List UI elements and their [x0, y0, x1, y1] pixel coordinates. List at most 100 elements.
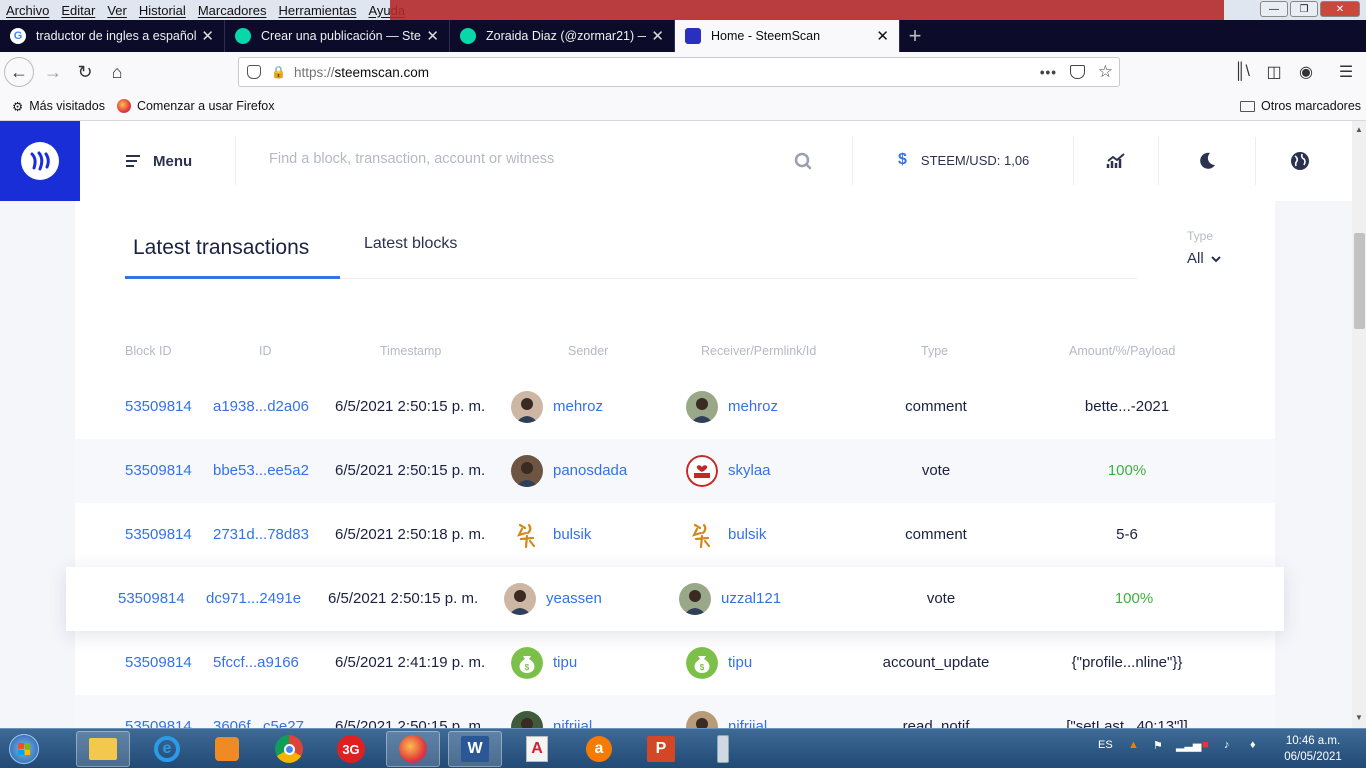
- pocket-icon[interactable]: [1070, 65, 1085, 79]
- transaction-id-link[interactable]: a1938...d2a06: [213, 398, 309, 415]
- search-input[interactable]: Find a block, transaction, account or wi…: [269, 151, 554, 167]
- receiver-avatar[interactable]: [686, 391, 718, 423]
- lock-icon[interactable]: 🔒: [271, 65, 286, 79]
- receiver-link[interactable]: tipu: [728, 654, 752, 671]
- sender-link[interactable]: yeassen: [546, 590, 602, 607]
- font-app[interactable]: A: [510, 731, 564, 767]
- bookmark-star-icon[interactable]: ☆: [1098, 62, 1113, 82]
- clock[interactable]: 10:46 a.m. 06/05/2021: [1278, 733, 1348, 765]
- table-row[interactable]: 53509814 a1938...d2a06 6/5/2021 2:50:15 p.…: [75, 375, 1275, 439]
- forward-arrow-icon[interactable]: →: [38, 57, 68, 87]
- home-icon[interactable]: ⌂: [102, 57, 132, 87]
- restore-button[interactable]: ❐: [1290, 1, 1318, 17]
- word-app[interactable]: W: [448, 731, 502, 767]
- receiver-link[interactable]: uzzal121: [721, 590, 781, 607]
- tab-steemscan[interactable]: Home - SteemScan ✕: [675, 20, 900, 52]
- menu-ver[interactable]: Ver: [101, 3, 133, 18]
- menu-historial[interactable]: Historial: [133, 3, 192, 18]
- table-row[interactable]: 53509814 dc971...2491e 6/5/2021 2:50:15 p.…: [66, 567, 1284, 631]
- language-indicator[interactable]: ES: [1098, 739, 1113, 751]
- back-arrow-icon[interactable]: ←: [4, 57, 34, 87]
- menu-marcadores[interactable]: Marcadores: [192, 3, 273, 18]
- network-error-icon[interactable]: ■: [1202, 739, 1209, 751]
- library-icon[interactable]: ║\: [1232, 62, 1252, 82]
- close-tab-icon[interactable]: ✕: [651, 27, 664, 45]
- media-player-app[interactable]: [200, 731, 254, 767]
- moon-icon[interactable]: [1195, 149, 1219, 173]
- block-id-link[interactable]: 53509814: [125, 526, 192, 543]
- receiver-avatar[interactable]: [686, 519, 718, 551]
- sender-avatar[interactable]: $: [511, 647, 543, 679]
- tab-latest-transactions[interactable]: Latest transactions: [133, 236, 309, 260]
- block-id-link[interactable]: 53509814: [118, 590, 185, 607]
- receiver-avatar[interactable]: [686, 455, 718, 487]
- receiver-link[interactable]: skylaa: [728, 462, 771, 479]
- transaction-id-link[interactable]: 5fccf...a9166: [213, 654, 299, 671]
- tab-crear-publicacion[interactable]: Crear una publicación — Steemit ✕: [225, 20, 450, 52]
- new-tab-icon[interactable]: +: [900, 20, 930, 52]
- menu-button[interactable]: Menu: [126, 153, 192, 170]
- block-id-link[interactable]: 53509814: [125, 398, 192, 415]
- shield-icon[interactable]: [247, 65, 261, 79]
- transaction-id-link[interactable]: dc971...2491e: [206, 590, 301, 607]
- receiver-avatar[interactable]: [679, 583, 711, 615]
- table-row[interactable]: 53509814 bbe53...ee5a2 6/5/2021 2:50:15 p.…: [75, 439, 1275, 503]
- account-icon[interactable]: ◉: [1296, 62, 1316, 82]
- search-icon[interactable]: [791, 149, 815, 173]
- bookmark-getting-started[interactable]: Comenzar a usar Firefox: [116, 99, 275, 113]
- chart-icon[interactable]: [1104, 149, 1128, 173]
- close-tab-icon[interactable]: ✕: [426, 27, 439, 45]
- avast-tray-icon[interactable]: ▲: [1128, 739, 1139, 751]
- type-filter[interactable]: Type All: [1187, 229, 1221, 267]
- receiver-link[interactable]: bulsik: [728, 526, 766, 543]
- hamburger-menu-icon[interactable]: ☰: [1336, 62, 1356, 82]
- sender-avatar[interactable]: [511, 455, 543, 487]
- explorer-app[interactable]: [76, 731, 130, 767]
- menu-editar[interactable]: Editar: [55, 3, 101, 18]
- page-scrollbar[interactable]: ▲ ▼: [1352, 121, 1366, 728]
- url-bar[interactable]: 🔒 https:// steemscan.com ••• ☆: [238, 57, 1120, 87]
- scroll-down-icon[interactable]: ▼: [1355, 713, 1363, 722]
- tab-zoraida[interactable]: Zoraida Diaz (@zormar21) — Steemit ✕: [450, 20, 675, 52]
- powerpoint-app[interactable]: P: [634, 731, 688, 767]
- sender-link[interactable]: tipu: [553, 654, 577, 671]
- sender-link[interactable]: bulsik: [553, 526, 591, 543]
- sender-avatar[interactable]: [511, 519, 543, 551]
- usb-app[interactable]: [696, 731, 750, 767]
- receiver-link[interactable]: mehroz: [728, 398, 778, 415]
- page-actions-icon[interactable]: •••: [1040, 65, 1057, 80]
- notification-icon[interactable]: ♦: [1250, 739, 1256, 751]
- internet-explorer-app[interactable]: e: [140, 731, 194, 767]
- firefox-app[interactable]: [386, 731, 440, 767]
- bookmark-other[interactable]: Otros marcadores: [1240, 99, 1361, 113]
- avast-app[interactable]: a: [572, 731, 626, 767]
- start-button[interactable]: [4, 731, 44, 767]
- transaction-id-link[interactable]: bbe53...ee5a2: [213, 462, 309, 479]
- table-row[interactable]: 53509814 5fccf...a9166 6/5/2021 2:41:19 p.…: [75, 631, 1275, 695]
- sender-avatar[interactable]: [504, 583, 536, 615]
- steemscan-logo[interactable]: [0, 121, 80, 201]
- reload-icon[interactable]: ↻: [70, 57, 100, 87]
- 3g-modem-app[interactable]: 3G: [324, 731, 378, 767]
- receiver-avatar[interactable]: $: [686, 647, 718, 679]
- block-id-link[interactable]: 53509814: [125, 654, 192, 671]
- menu-herramientas[interactable]: Herramientas: [272, 3, 362, 18]
- chrome-app[interactable]: [262, 731, 316, 767]
- sender-avatar[interactable]: [511, 391, 543, 423]
- sender-link[interactable]: panosdada: [553, 462, 627, 479]
- sender-link[interactable]: mehroz: [553, 398, 603, 415]
- globe-icon[interactable]: [1288, 149, 1312, 173]
- block-id-link[interactable]: 53509814: [125, 462, 192, 479]
- sidebar-icon[interactable]: ◫: [1264, 62, 1284, 82]
- menu-archivo[interactable]: Archivo: [0, 3, 55, 18]
- tab-translator[interactable]: G traductor de ingles a español - B ✕: [0, 20, 225, 52]
- type-filter-value[interactable]: All: [1187, 250, 1221, 267]
- volume-icon[interactable]: ♪: [1224, 739, 1230, 751]
- close-tab-icon[interactable]: ✕: [876, 27, 889, 45]
- close-tab-icon[interactable]: ✕: [201, 27, 214, 45]
- window-close-button[interactable]: ✕: [1320, 1, 1360, 17]
- scroll-up-icon[interactable]: ▲: [1355, 125, 1363, 134]
- signal-icon[interactable]: ▂▃▅: [1176, 739, 1201, 752]
- flag-icon[interactable]: ⚑: [1153, 739, 1163, 752]
- scrollbar-thumb[interactable]: [1354, 233, 1365, 329]
